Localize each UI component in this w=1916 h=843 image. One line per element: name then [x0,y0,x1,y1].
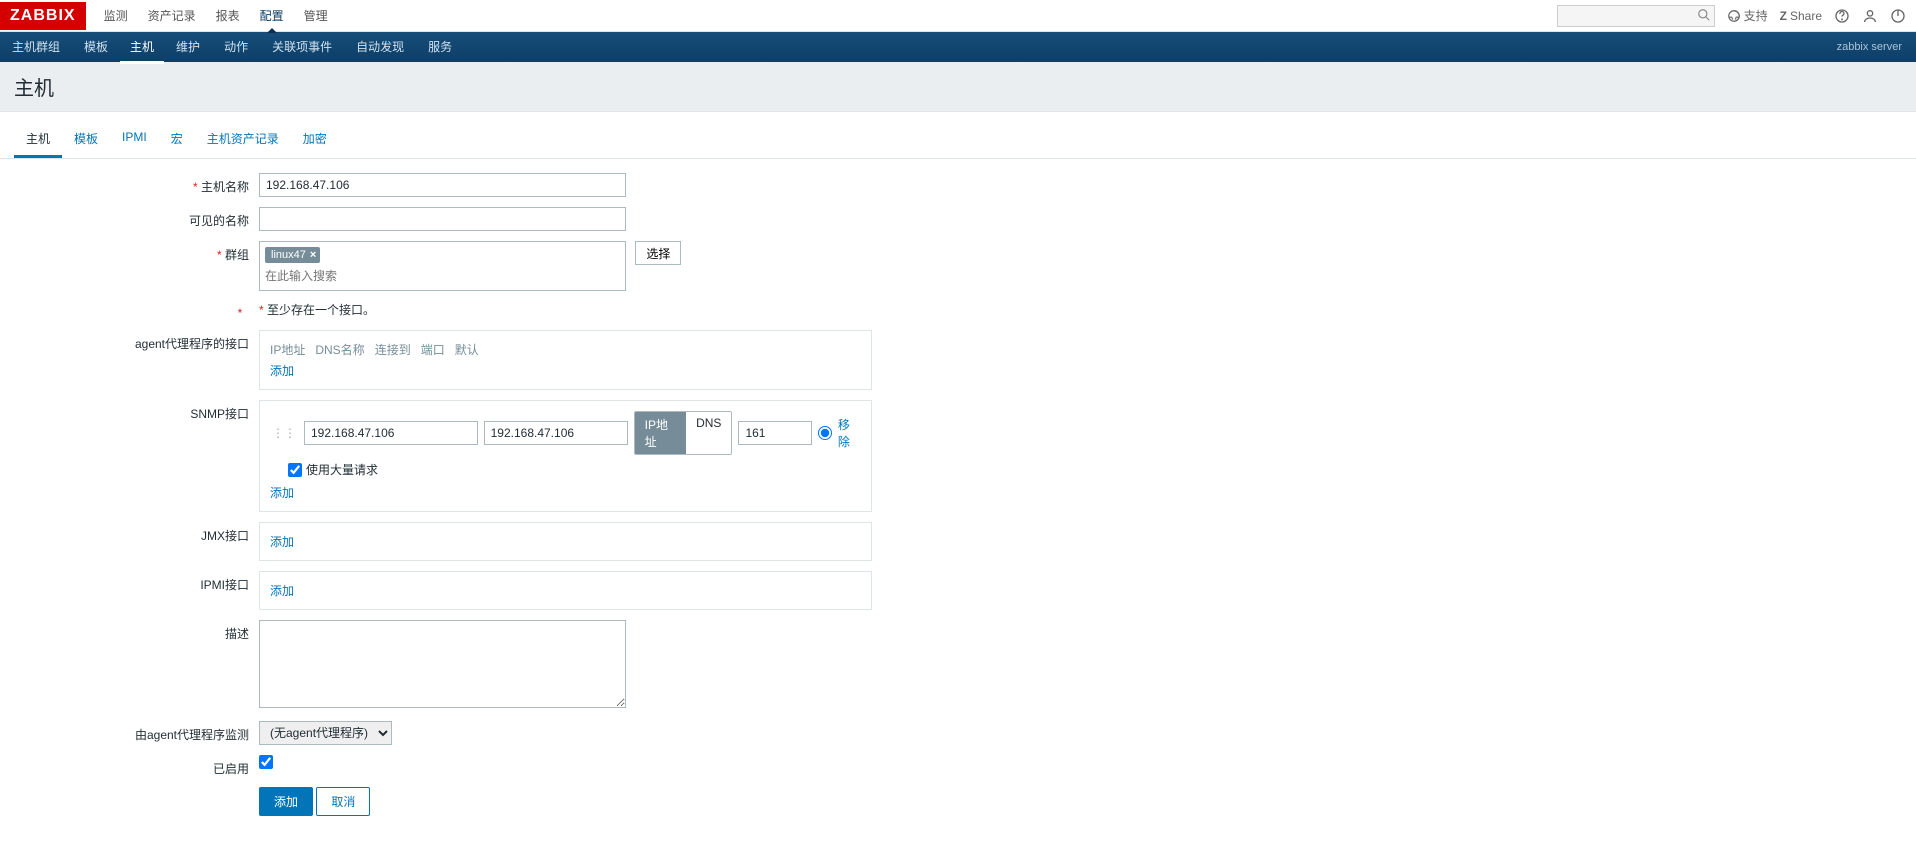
subnav-services[interactable]: 服务 [416,32,464,62]
connect-dns-option[interactable]: DNS [686,412,731,454]
groups-multiselect[interactable]: linux47 × [259,241,626,291]
agent-interfaces-block: IP地址 DNS名称 连接到 端口 默认 添加 [259,330,872,390]
enabled-checkbox[interactable] [259,755,273,769]
agent-iface-head: IP地址 DNS名称 连接到 端口 默认 [270,341,861,358]
submit-button[interactable]: 添加 [259,787,313,816]
groups-search-input[interactable] [263,265,603,287]
topnav-inventory[interactable]: 资产记录 [138,0,206,32]
tab-host[interactable]: 主机 [14,122,62,158]
search-wrap [1557,5,1715,27]
snmp-remove-link[interactable]: 移除 [838,416,861,450]
snmp-port-input[interactable] [738,421,812,445]
group-chip: linux47 × [265,247,320,263]
agent-add-link[interactable]: 添加 [270,364,294,378]
subnav-discovery[interactable]: 自动发现 [344,32,416,62]
label-snmp-iface: SNMP接口 [14,400,259,422]
page-title: 主机 [14,72,1902,101]
search-icon[interactable] [1697,8,1711,25]
share-link[interactable]: Z Share [1780,9,1822,23]
iface-head-port: 端口 [421,341,445,358]
snmp-iface-row: ⋮⋮ IP地址 DNS 移除 [270,411,861,455]
iface-head-default: 默认 [455,341,479,358]
support-label: 支持 [1744,7,1768,24]
description-textarea[interactable] [259,620,626,708]
topnav-right: 支持 Z Share [1557,5,1906,27]
group-chip-remove-icon[interactable]: × [310,249,316,261]
server-label: zabbix server [1837,41,1902,53]
proxy-select[interactable]: (无agent代理程序) [259,721,392,745]
label-agent-iface: agent代理程序的接口 [14,330,259,352]
visible-name-input[interactable] [259,207,626,231]
bulk-request-row: 使用大量请求 [288,461,861,478]
topnav-reports[interactable]: 报表 [206,0,250,32]
iface-head-dns: DNS名称 [315,341,364,358]
topnav-configuration[interactable]: 配置 [250,0,294,32]
tab-ipmi[interactable]: IPMI [110,122,159,158]
search-input[interactable] [1557,5,1715,27]
iface-head-conn: 连接到 [375,341,411,358]
label-jmx-iface: JMX接口 [14,522,259,544]
connect-to-toggle: IP地址 DNS [634,411,733,455]
tab-encryption[interactable]: 加密 [291,122,339,158]
label-enabled: 已启用 [14,755,259,777]
interface-required-note: * 至少存在一个接口。 [259,299,375,317]
tab-inventory[interactable]: 主机资产记录 [195,122,291,158]
top-nav: ZABBIX 监测 资产记录 报表 配置 管理 支持 Z Share [0,0,1916,32]
ipmi-add-link[interactable]: 添加 [270,584,294,598]
label-description: 描述 [14,620,259,642]
groups-select-button[interactable]: 选择 [635,241,681,265]
tab-macros[interactable]: 宏 [159,122,195,158]
host-name-input[interactable] [259,173,626,197]
subnav-templates[interactable]: 模板 [72,32,120,62]
zabbix-z-icon: Z [1780,9,1787,23]
label-groups: 群组 [14,241,259,263]
cancel-button[interactable]: 取消 [316,787,370,816]
support-link[interactable]: 支持 [1727,7,1768,24]
snmp-interfaces-block: ⋮⋮ IP地址 DNS 移除 使用大量请求 添加 [259,400,872,512]
topnav-monitoring[interactable]: 监测 [94,0,138,32]
logo: ZABBIX [0,2,86,30]
sub-nav: 主机群组 模板 主机 维护 动作 关联项事件 自动发现 服务 zabbix se… [0,32,1916,62]
form-tabs: 主机 模板 IPMI 宏 主机资产记录 加密 [0,122,1916,159]
help-icon[interactable] [1834,8,1850,24]
label-visible-name: 可见的名称 [14,207,259,229]
page-header: 主机 [0,62,1916,112]
iface-head-ip: IP地址 [270,341,305,358]
drag-handle-icon[interactable]: ⋮⋮ [270,426,298,440]
snmp-ip-input[interactable] [304,421,478,445]
topnav-admin[interactable]: 管理 [294,0,338,32]
subnav-actions[interactable]: 动作 [212,32,260,62]
bulk-request-label: 使用大量请求 [306,461,378,478]
label-ipmi-iface: IPMI接口 [14,571,259,593]
ipmi-interfaces-block: 添加 [259,571,872,610]
topnav-menu: 监测 资产记录 报表 配置 管理 [94,0,338,32]
snmp-default-radio[interactable] [818,426,831,440]
subnav-hosts[interactable]: 主机 [120,34,164,64]
label-host-name: 主机名称 [14,173,259,195]
tab-templates[interactable]: 模板 [62,122,110,158]
bulk-request-checkbox[interactable] [288,463,302,477]
group-chip-label: linux47 [271,249,306,261]
label-proxy: 由agent代理程序监测 [14,721,259,743]
user-icon[interactable] [1862,8,1878,24]
subnav-maintenance[interactable]: 维护 [164,32,212,62]
subnav-hostgroups[interactable]: 主机群组 [0,32,72,62]
snmp-add-link[interactable]: 添加 [270,486,294,500]
logout-icon[interactable] [1890,8,1906,24]
share-label: Share [1790,9,1822,23]
jmx-add-link[interactable]: 添加 [270,535,294,549]
connect-ip-option[interactable]: IP地址 [635,412,686,454]
host-form: 主机名称 可见的名称 群组 linux47 × 选择 . * 至少存在一 [0,159,900,840]
jmx-interfaces-block: 添加 [259,522,872,561]
snmp-dns-input[interactable] [484,421,628,445]
subnav-correlation[interactable]: 关联项事件 [260,32,344,62]
